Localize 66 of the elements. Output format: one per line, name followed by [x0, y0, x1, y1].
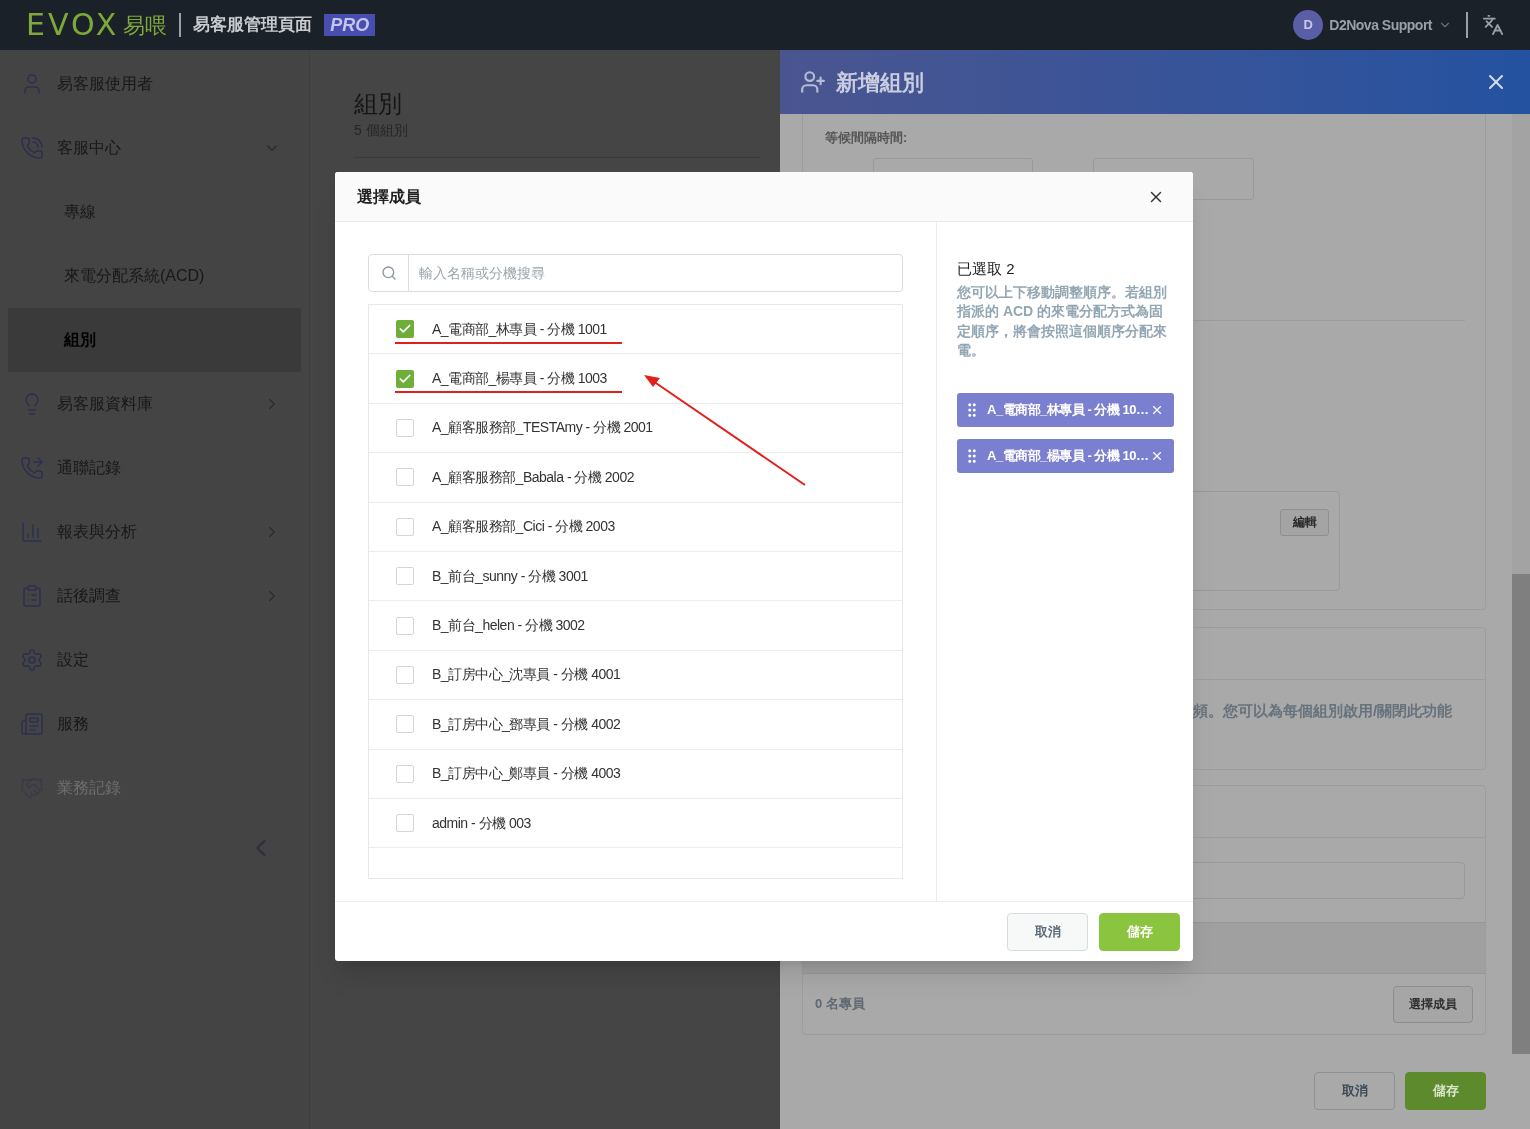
member-label: A_顧客服務部_TESTAmy - 分機 2001: [432, 418, 653, 438]
member-row[interactable]: B_前台_helen - 分機 3002: [369, 601, 902, 651]
member-label: A_顧客服務部_Cici - 分機 2003: [432, 517, 615, 537]
save-button[interactable]: 儲存: [1099, 912, 1180, 951]
translate-icon[interactable]: [1482, 14, 1504, 36]
logo: EVOX: [26, 10, 120, 40]
checkbox[interactable]: [396, 764, 414, 783]
menu-icon: [20, 520, 44, 544]
checkbox[interactable]: [396, 814, 414, 833]
search-field[interactable]: 輸入名稱或分機搜尋: [368, 254, 903, 292]
member-row[interactable]: B_前台_sunny - 分機 3001: [369, 551, 902, 602]
member-row[interactable]: A_顧客服務部_Cici - 分機 2003: [369, 502, 902, 552]
member-row[interactable]: A_顧客服務部_TESTAmy - 分機 2001: [369, 403, 902, 454]
search-input[interactable]: 輸入名稱或分機搜尋: [419, 262, 902, 284]
member-label: admin - 分機 003: [432, 813, 531, 833]
menu-icon: [20, 136, 44, 160]
checkbox[interactable]: [396, 665, 414, 684]
member-label: A_電商部_林專員 - 分機 1001: [432, 319, 607, 339]
menu-icon: [20, 456, 44, 480]
member-row[interactable]: A_顧客服務部_Babala - 分機 2002: [369, 453, 902, 503]
notice-text: 頻。您可以為每個組別啟用/關閉此功能: [1192, 701, 1454, 721]
checkbox[interactable]: [396, 517, 414, 536]
checkbox[interactable]: [396, 468, 414, 487]
member-label: B_訂房中心_鄭專員 - 分機 4003: [432, 764, 621, 784]
member-label: B_前台_helen - 分機 3002: [432, 616, 585, 636]
select-members-button[interactable]: 選擇成員: [1393, 985, 1473, 1023]
member-row[interactable]: B_訂房中心_沈專員 - 分機 4001: [369, 650, 902, 701]
cancel-button[interactable]: 取消: [1007, 912, 1088, 951]
checkbox[interactable]: [396, 369, 414, 388]
wait-interval-label: 等候間隔時間:: [825, 129, 909, 147]
save-button[interactable]: 儲存: [1405, 1072, 1486, 1110]
selected-member-chip[interactable]: A_電商部_林專員 - 分機 10…: [957, 392, 1174, 427]
dialog-title: 選擇成員: [357, 186, 421, 207]
menu-icon: [20, 584, 44, 608]
hint-text: 您可以上下移動調整順序。若組別指派的 ACD 的來電分配方式為固定順序，將會按照這個順序分配來電。: [957, 282, 1168, 360]
menu-icon: [20, 712, 44, 736]
checkbox[interactable]: [396, 715, 414, 734]
user-add-icon: [800, 69, 826, 95]
checkbox[interactable]: [396, 418, 414, 437]
cancel-button[interactable]: 取消: [1314, 1072, 1395, 1110]
checkbox[interactable]: [396, 567, 414, 586]
user-avatar: D: [1293, 10, 1324, 40]
checkbox[interactable]: [396, 616, 414, 635]
edit-button[interactable]: 編輯: [1280, 508, 1329, 536]
member-row[interactable]: admin - 分機 003: [369, 798, 902, 849]
app-title: 易客服管理頁面: [193, 14, 313, 37]
member-row[interactable]: B_訂房中心_鄧專員 - 分機 4002: [369, 700, 902, 750]
member-count: 0 名專員: [815, 995, 865, 1014]
selected-member-chip[interactable]: A_電商部_楊專員 - 分機 10…: [957, 438, 1174, 473]
chip-label: A_電商部_林專員 - 分機 10…: [987, 400, 1150, 419]
member-label: A_顧客服務部_Babala - 分機 2002: [432, 467, 634, 487]
drawer-title: 新增組別: [836, 68, 924, 97]
menu-icon: [20, 648, 44, 672]
member-label: B_訂房中心_鄧專員 - 分機 4002: [432, 714, 621, 734]
user-menu[interactable]: D D2Nova Support: [1293, 10, 1452, 40]
logo-suffix: 易喂: [123, 11, 168, 40]
member-label: B_訂房中心_沈專員 - 分機 4001: [432, 665, 621, 685]
pro-badge: PRO: [324, 14, 376, 36]
chip-label: A_電商部_楊專員 - 分機 10…: [987, 446, 1150, 465]
member-row[interactable]: B_訂房中心_鄭專員 - 分機 4003: [369, 749, 902, 799]
search-icon: [380, 265, 397, 281]
checkbox[interactable]: [396, 320, 414, 339]
selected-heading: 已選取 2: [957, 259, 1016, 279]
member-label: B_前台_sunny - 分機 3001: [432, 566, 588, 586]
user-name: D2Nova Support: [1329, 15, 1432, 35]
member-label: A_電商部_楊專員 - 分機 1003: [432, 369, 607, 389]
